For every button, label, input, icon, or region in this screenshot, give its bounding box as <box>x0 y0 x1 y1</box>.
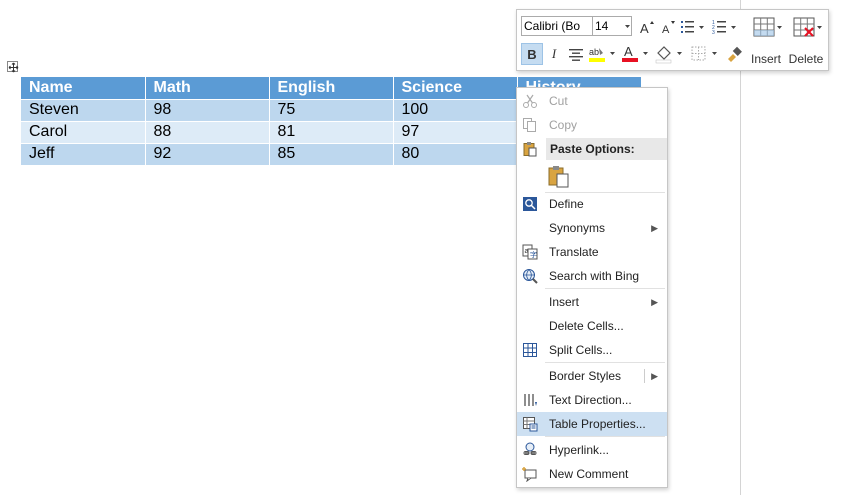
copy-icon <box>522 117 538 133</box>
split-cells-icon <box>522 342 538 358</box>
table-cell[interactable]: 80 <box>393 142 518 165</box>
menu-item-label: Search with Bing <box>549 269 640 283</box>
menu-item-border-styles[interactable]: Border Styles ▶ <box>517 364 667 388</box>
font-color-icon[interactable]: A <box>620 43 652 65</box>
header-cell[interactable]: Math <box>145 77 270 99</box>
delete-table-button[interactable]: Delete <box>786 14 826 68</box>
svg-text:A: A <box>640 21 649 35</box>
menu-item-translate[interactable]: a字 Translate <box>517 240 667 264</box>
menu-item-table-properties[interactable]: Table Properties... <box>517 412 667 436</box>
submenu-arrow-icon: ▶ <box>651 371 658 381</box>
menu-item-label: Table Properties... <box>549 417 646 431</box>
scissors-icon <box>522 93 538 109</box>
svg-text:ab: ab <box>589 47 599 57</box>
bold-button[interactable]: B <box>521 43 543 65</box>
highlight-color-icon[interactable]: ab <box>587 43 619 65</box>
shading-icon[interactable] <box>654 43 686 65</box>
table-cell[interactable]: 81 <box>269 120 394 143</box>
submenu-arrow-icon: ▶ <box>651 297 658 307</box>
svg-text:字: 字 <box>530 250 537 259</box>
menu-item-label: Translate <box>549 245 599 259</box>
table-cell[interactable]: Carol <box>21 120 146 143</box>
menu-item-label: Copy <box>549 118 578 132</box>
bullets-icon[interactable] <box>679 16 707 38</box>
format-painter-icon[interactable] <box>723 43 745 65</box>
menu-item-hyperlink[interactable]: Hyperlink... <box>517 438 667 462</box>
menu-item-define[interactable]: Define <box>517 192 667 216</box>
page-edge <box>740 0 741 495</box>
split-divider <box>644 369 645 383</box>
table-properties-icon <box>522 416 538 432</box>
insert-label: Insert <box>750 52 781 66</box>
menu-item-label: Border Styles <box>549 369 622 383</box>
context-menu: Cut Copy Paste Options: Define Synonyms … <box>516 87 668 488</box>
table-cell[interactable]: 92 <box>145 142 270 165</box>
table-move-handle-icon[interactable] <box>7 61 19 73</box>
menu-item-synonyms[interactable]: Synonyms ▶ <box>517 216 667 240</box>
table-cell[interactable]: 88 <box>145 120 270 143</box>
menu-separator <box>545 436 665 437</box>
table-cell[interactable]: 98 <box>145 98 270 121</box>
menu-item-label: Insert <box>549 295 580 309</box>
header-cell[interactable]: Name <box>21 77 146 99</box>
menu-item-label: New Comment <box>549 467 629 481</box>
menu-item-label: Cut <box>549 94 568 108</box>
submenu-arrow-icon: ▶ <box>651 223 658 233</box>
menu-item-insert[interactable]: Insert ▶ <box>517 290 667 314</box>
svg-text:A: A <box>624 44 633 59</box>
clipboard-icon <box>522 141 538 157</box>
borders-icon[interactable] <box>689 43 721 65</box>
header-cell[interactable]: Science <box>393 77 518 99</box>
menu-item-label: Synonyms <box>549 221 606 235</box>
svg-text:A: A <box>662 24 670 35</box>
translate-icon: a字 <box>522 244 538 260</box>
menu-item-label: Delete Cells... <box>549 319 624 333</box>
menu-item-search-bing[interactable]: Search with Bing <box>517 264 667 288</box>
menu-separator <box>545 362 665 363</box>
menu-item-label: Define <box>549 197 584 211</box>
font-size-dropdown-icon[interactable] <box>623 16 632 36</box>
text-direction-icon <box>522 392 538 408</box>
grow-font-icon[interactable]: A <box>636 16 658 38</box>
new-comment-icon <box>522 466 538 483</box>
table-cell[interactable]: 97 <box>393 120 518 143</box>
menu-item-delete-cells[interactable]: Delete Cells... <box>517 314 667 338</box>
header-cell[interactable]: English <box>269 77 394 99</box>
menu-item-label: Text Direction... <box>549 393 632 407</box>
menu-item-cut[interactable]: Cut <box>517 89 667 113</box>
insert-table-button[interactable]: Insert <box>746 14 786 68</box>
define-book-icon <box>522 196 538 212</box>
menu-item-label: Hyperlink... <box>549 443 610 457</box>
delete-label: Delete <box>788 52 824 66</box>
table-cell[interactable]: 100 <box>393 98 518 121</box>
shrink-font-icon[interactable]: A <box>657 16 679 38</box>
svg-text:3: 3 <box>712 30 715 36</box>
table-cell[interactable]: 85 <box>269 142 394 165</box>
menu-item-label: Split Cells... <box>549 343 613 357</box>
menu-separator <box>545 288 665 289</box>
mini-toolbar: Calibri (Bo 14 A A 123 B I ab A Insert D… <box>516 9 829 71</box>
table-cell[interactable]: Jeff <box>21 142 146 165</box>
menu-item-new-comment[interactable]: New Comment <box>517 462 667 486</box>
menu-item-text-direction[interactable]: Text Direction... <box>517 388 667 412</box>
center-align-icon[interactable] <box>565 43 587 65</box>
table-cell[interactable]: Steven <box>21 98 146 121</box>
italic-button[interactable]: I <box>543 43 565 65</box>
menu-item-copy[interactable]: Copy <box>517 113 667 137</box>
paste-options-header: Paste Options: <box>546 138 667 160</box>
numbering-icon[interactable]: 123 <box>711 16 739 38</box>
paste-keep-format-icon[interactable] <box>547 165 573 189</box>
menu-item-split-cells[interactable]: Split Cells... <box>517 338 667 362</box>
hyperlink-icon <box>522 442 538 458</box>
search-globe-icon <box>522 268 538 284</box>
table-cell[interactable]: 75 <box>269 98 394 121</box>
